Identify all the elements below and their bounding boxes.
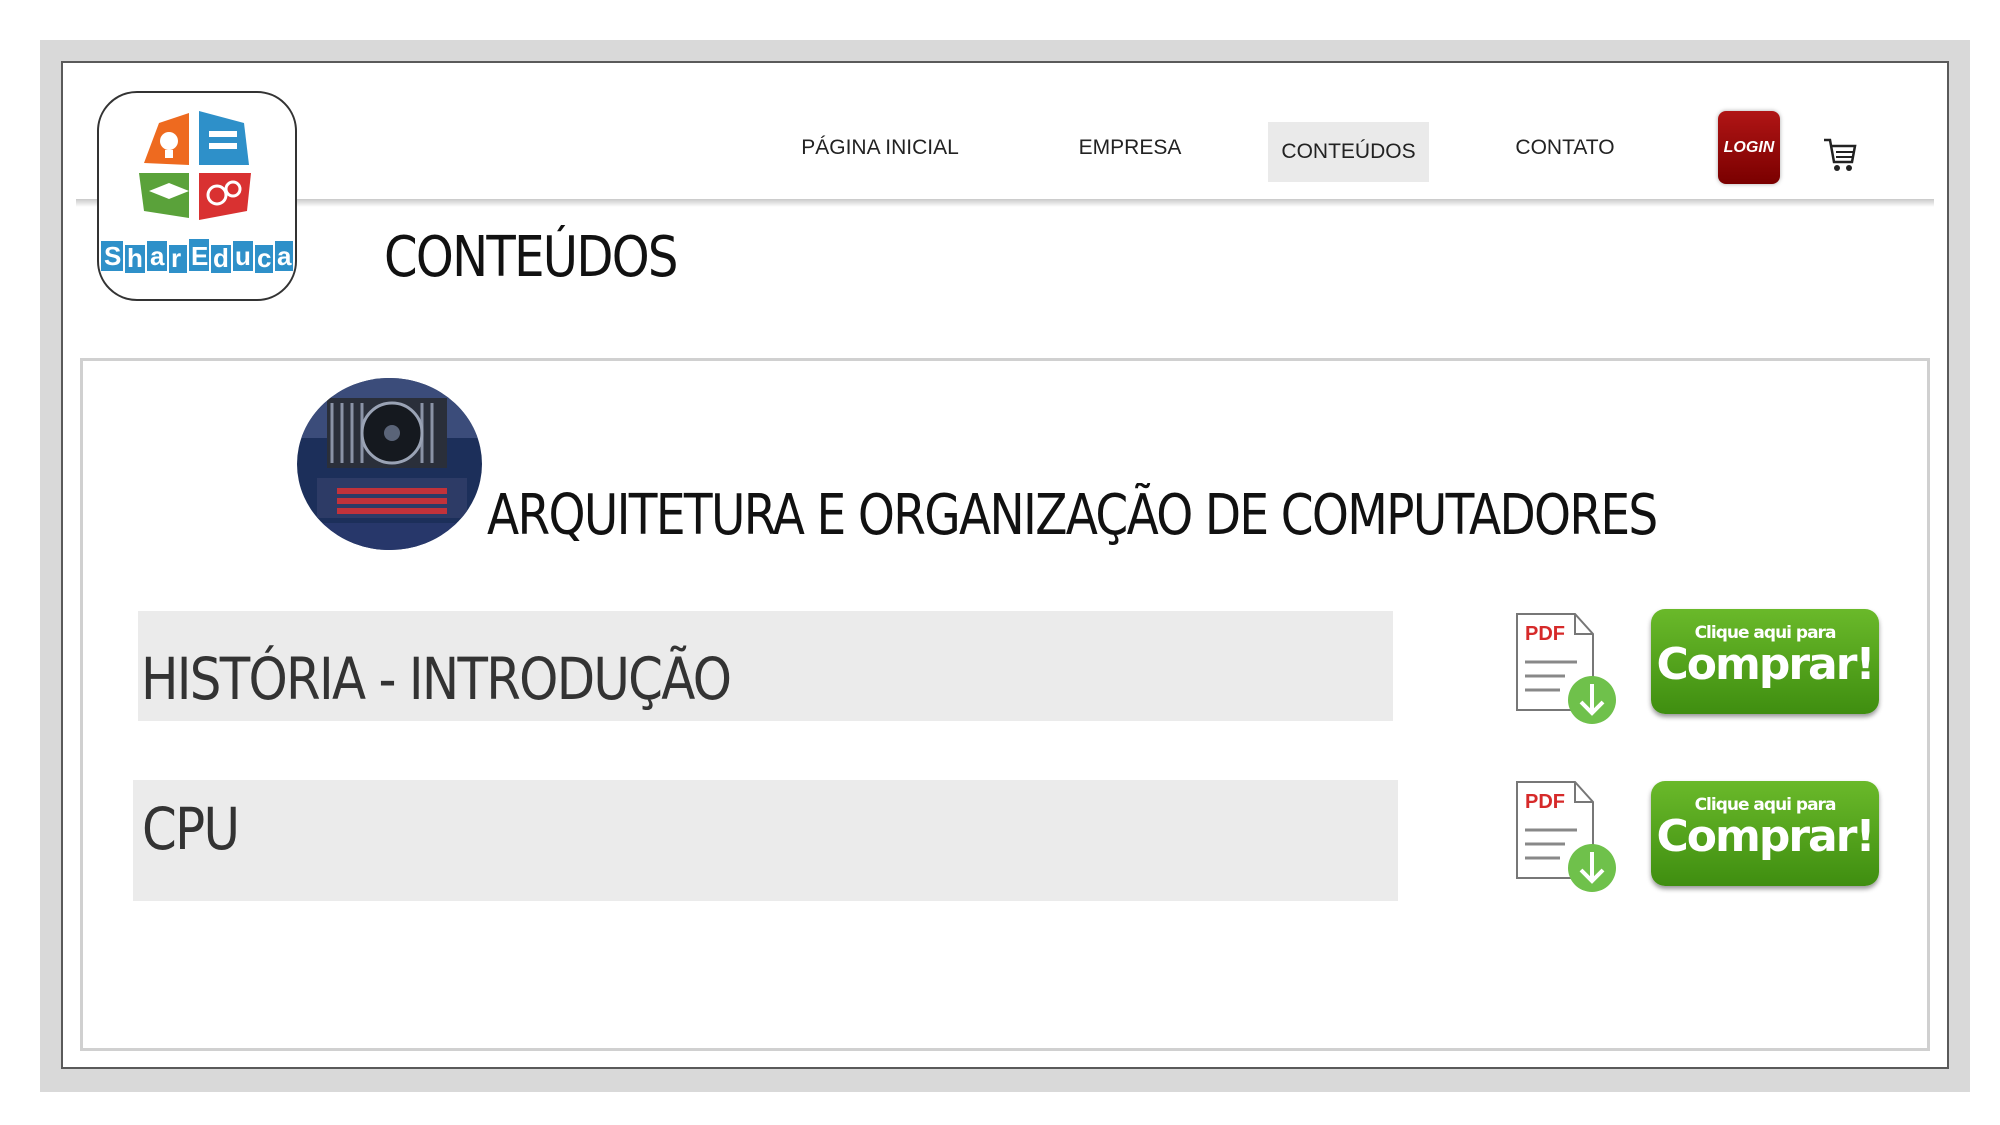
svg-text:h: h xyxy=(127,243,143,273)
lesson-row[interactable]: CPU xyxy=(133,780,1398,901)
lesson-label: HISTÓRIA - INTRODUÇÃO xyxy=(141,645,732,713)
buy-button[interactable]: Clique aqui para Comprar! xyxy=(1651,609,1879,714)
pdf-download-icon[interactable]: PDF xyxy=(1515,780,1620,895)
lesson-row[interactable]: HISTÓRIA - INTRODUÇÃO xyxy=(138,611,1393,721)
header xyxy=(76,79,1934,201)
cart-icon[interactable] xyxy=(1822,134,1858,174)
nav-empresa[interactable]: EMPRESA xyxy=(1070,118,1190,178)
svg-text:d: d xyxy=(213,243,229,273)
course-image xyxy=(297,378,482,550)
nav-home[interactable]: PÁGINA INICIAL xyxy=(800,118,960,178)
login-button[interactable]: LOGIN xyxy=(1718,111,1780,184)
svg-text:a: a xyxy=(150,241,165,271)
course-title: ARQUITETURA E ORGANIZAÇÃO DE COMPUTADORE… xyxy=(487,483,1658,548)
lesson-label: CPU xyxy=(142,795,240,863)
pdf-download-icon[interactable]: PDF xyxy=(1515,612,1620,727)
buy-button-label: Comprar! xyxy=(1656,811,1875,862)
svg-text:E: E xyxy=(191,241,208,271)
buy-button[interactable]: Clique aqui para Comprar! xyxy=(1651,781,1879,886)
buy-button-label: Comprar! xyxy=(1656,639,1875,690)
header-divider xyxy=(76,199,1934,207)
logo-graphic: S h a r E d u c a xyxy=(101,111,293,273)
svg-text:c: c xyxy=(257,243,271,273)
nav-contato[interactable]: CONTATO xyxy=(1500,118,1630,178)
svg-text:S: S xyxy=(104,241,121,271)
svg-text:PDF: PDF xyxy=(1525,791,1565,813)
svg-text:a: a xyxy=(277,241,292,271)
svg-text:u: u xyxy=(235,241,251,271)
svg-text:r: r xyxy=(171,243,181,273)
logo[interactable]: S h a r E d u c a xyxy=(97,91,297,301)
nav-conteudos[interactable]: CONTEÚDOS xyxy=(1268,122,1429,182)
page-title: CONTEÚDOS xyxy=(384,225,678,290)
svg-text:PDF: PDF xyxy=(1525,623,1565,645)
